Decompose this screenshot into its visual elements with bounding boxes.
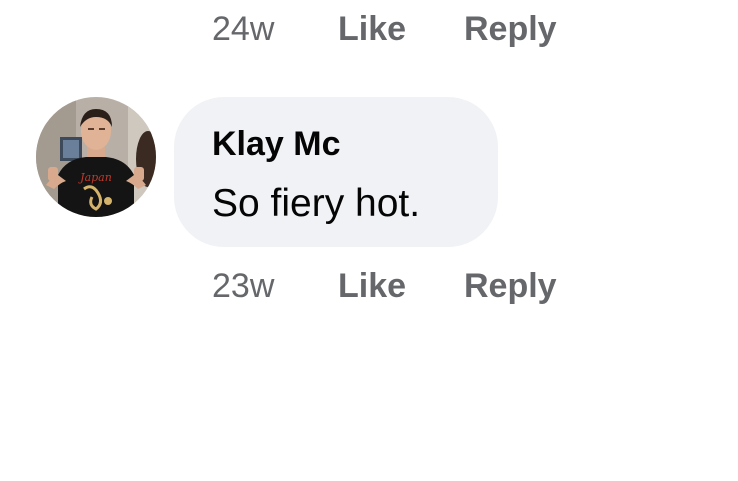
comment-author[interactable]: Klay Mc bbox=[212, 125, 341, 164]
comment-bubble: Klay Mc So fiery hot. bbox=[174, 97, 498, 247]
reply-button[interactable]: Reply bbox=[464, 267, 557, 306]
comment-timestamp[interactable]: 23w bbox=[212, 267, 338, 306]
like-button[interactable]: Like bbox=[338, 10, 464, 49]
avatar[interactable]: Japan bbox=[36, 97, 156, 217]
avatar-photo: Japan bbox=[36, 97, 156, 217]
avatar-shirt-text: Japan bbox=[78, 171, 112, 184]
comment-text: So fiery hot. bbox=[212, 182, 421, 225]
reply-button[interactable]: Reply bbox=[464, 10, 557, 49]
like-button[interactable]: Like bbox=[338, 267, 464, 306]
comment-actions: 23w Like Reply bbox=[212, 266, 557, 306]
previous-comment-actions: 24w Like Reply bbox=[212, 9, 557, 49]
comment-timestamp[interactable]: 24w bbox=[212, 10, 338, 49]
